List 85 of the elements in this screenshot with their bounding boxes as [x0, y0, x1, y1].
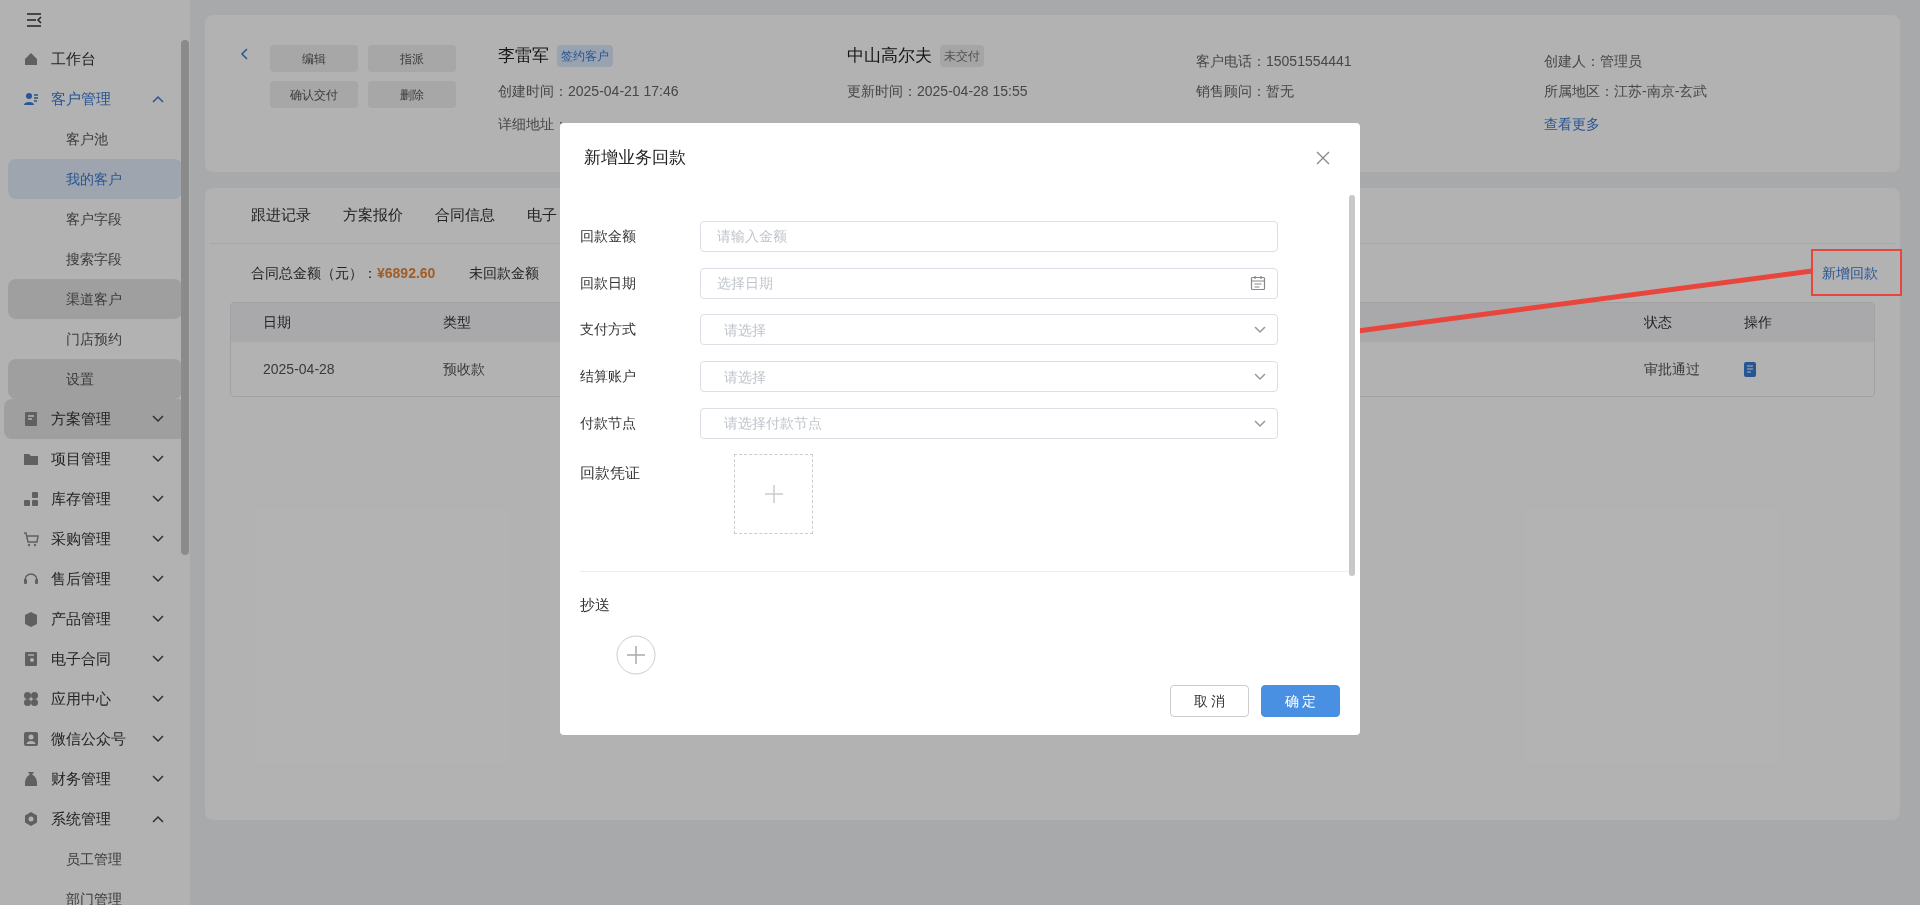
folder-icon [23, 451, 39, 467]
action-button[interactable]: 删除 [368, 81, 456, 108]
field-label: 支付方式 [580, 320, 637, 340]
column-header: 操作 [1744, 314, 1772, 330]
tab[interactable]: 合同信息 [435, 188, 495, 243]
document-icon[interactable] [1744, 361, 1756, 377]
info-text: 客户电话：15051554441 [1196, 52, 1352, 71]
money-bag-icon [23, 771, 39, 787]
table-cell: 2025-04-28 [263, 360, 335, 377]
chevron-down-icon[interactable] [152, 415, 164, 423]
field-label: 结算账户 [580, 367, 637, 387]
customer-name: 中山高尔夫 [847, 45, 932, 67]
view-more-link[interactable]: 查看更多 [1544, 114, 1600, 135]
field-label: 付款节点 [580, 413, 637, 433]
cancel-button[interactable]: 取 消 [1170, 685, 1249, 717]
info-text: 所属地区：江苏-南京-玄武 [1544, 82, 1708, 101]
tab[interactable]: 跟进记录 [251, 188, 311, 243]
chevron-up-icon[interactable] [152, 815, 164, 823]
chevron-down-icon [1254, 326, 1266, 335]
field-label: 回款日期 [580, 273, 637, 293]
select-field[interactable]: 请选择 [700, 314, 1278, 346]
menu-icon[interactable] [26, 12, 42, 27]
user-card-icon [23, 91, 39, 107]
sidebar-subitem[interactable]: 设置 [8, 359, 182, 399]
home-icon [23, 51, 39, 67]
action-button[interactable]: 确认交付 [270, 81, 358, 108]
grid-icon [23, 691, 39, 707]
table-cell: 预收款 [443, 360, 485, 377]
column-header: 状态 [1644, 314, 1672, 330]
info-text: 创建时间：2025-04-21 17:46 [498, 82, 679, 101]
sidebar-subitem[interactable]: 我的客户 [8, 159, 182, 199]
calendar-icon [1250, 274, 1266, 291]
select-field[interactable]: 请选择 [700, 361, 1278, 393]
plus-icon [764, 484, 783, 503]
field-label: 回款金额 [580, 226, 637, 246]
input-field[interactable]: 请输入金额 [700, 220, 1278, 252]
date-field[interactable]: 选择日期 [700, 267, 1278, 299]
summary-label: 合同总金额（元）： [251, 263, 377, 283]
back-icon[interactable] [240, 47, 250, 61]
chevron-down-icon[interactable] [152, 575, 164, 583]
box-icon [23, 611, 39, 627]
dialog-title: 新增业务回款 [584, 147, 686, 170]
chevron-down-icon[interactable] [152, 775, 164, 783]
person-icon [23, 731, 39, 747]
close-icon[interactable] [1316, 151, 1330, 165]
scrollbar[interactable] [181, 40, 189, 555]
confirm-button[interactable]: 确 定 [1261, 685, 1340, 717]
chevron-down-icon[interactable] [152, 455, 164, 463]
customer-name: 李雷军 [498, 45, 549, 67]
chevron-down-icon[interactable] [152, 735, 164, 743]
chevron-down-icon [1254, 373, 1266, 382]
action-button[interactable]: 指派 [368, 45, 456, 72]
chevron-down-icon[interactable] [152, 655, 164, 663]
info-text: 详细地址： [498, 115, 568, 134]
field-label: 回款凭证 [580, 462, 641, 483]
status-tag: 签约客户 [557, 45, 613, 67]
cc-label: 抄送 [580, 594, 610, 615]
select-field[interactable]: 请选择付款节点 [700, 407, 1278, 439]
column-header: 类型 [443, 314, 471, 330]
scrollbar[interactable] [1349, 195, 1355, 576]
cart-icon [23, 531, 39, 547]
chevron-up-icon[interactable] [152, 95, 164, 103]
summary-value: ¥6892.60 [377, 263, 436, 283]
chevron-down-icon[interactable] [152, 495, 164, 503]
chevron-down-icon [1254, 419, 1266, 428]
info-text: 创建人：管理员 [1544, 52, 1642, 71]
hexagon-icon [23, 811, 39, 827]
column-header: 日期 [263, 314, 291, 330]
tab[interactable]: 电子 [527, 188, 557, 243]
action-button[interactable]: 编辑 [270, 45, 358, 72]
blocks-icon [23, 491, 39, 507]
info-text: 更新时间：2025-04-28 15:55 [847, 82, 1028, 101]
chevron-down-icon[interactable] [152, 535, 164, 543]
headset-icon [23, 571, 39, 587]
info-text: 销售顾问：暂无 [1196, 82, 1294, 101]
sidebar-subitem[interactable]: 渠道客户 [8, 279, 182, 319]
add-payment-link[interactable]: 新增回款 [1822, 262, 1878, 284]
chevron-down-icon[interactable] [152, 615, 164, 623]
table-cell: 审批通过 [1644, 360, 1700, 377]
id-card-icon [23, 651, 39, 667]
tab[interactable]: 方案报价 [343, 188, 403, 243]
document-icon [23, 411, 39, 427]
chevron-down-icon[interactable] [152, 695, 164, 703]
status-tag: 未交付 [940, 45, 984, 67]
summary-label: 未回款金额 [469, 263, 540, 283]
